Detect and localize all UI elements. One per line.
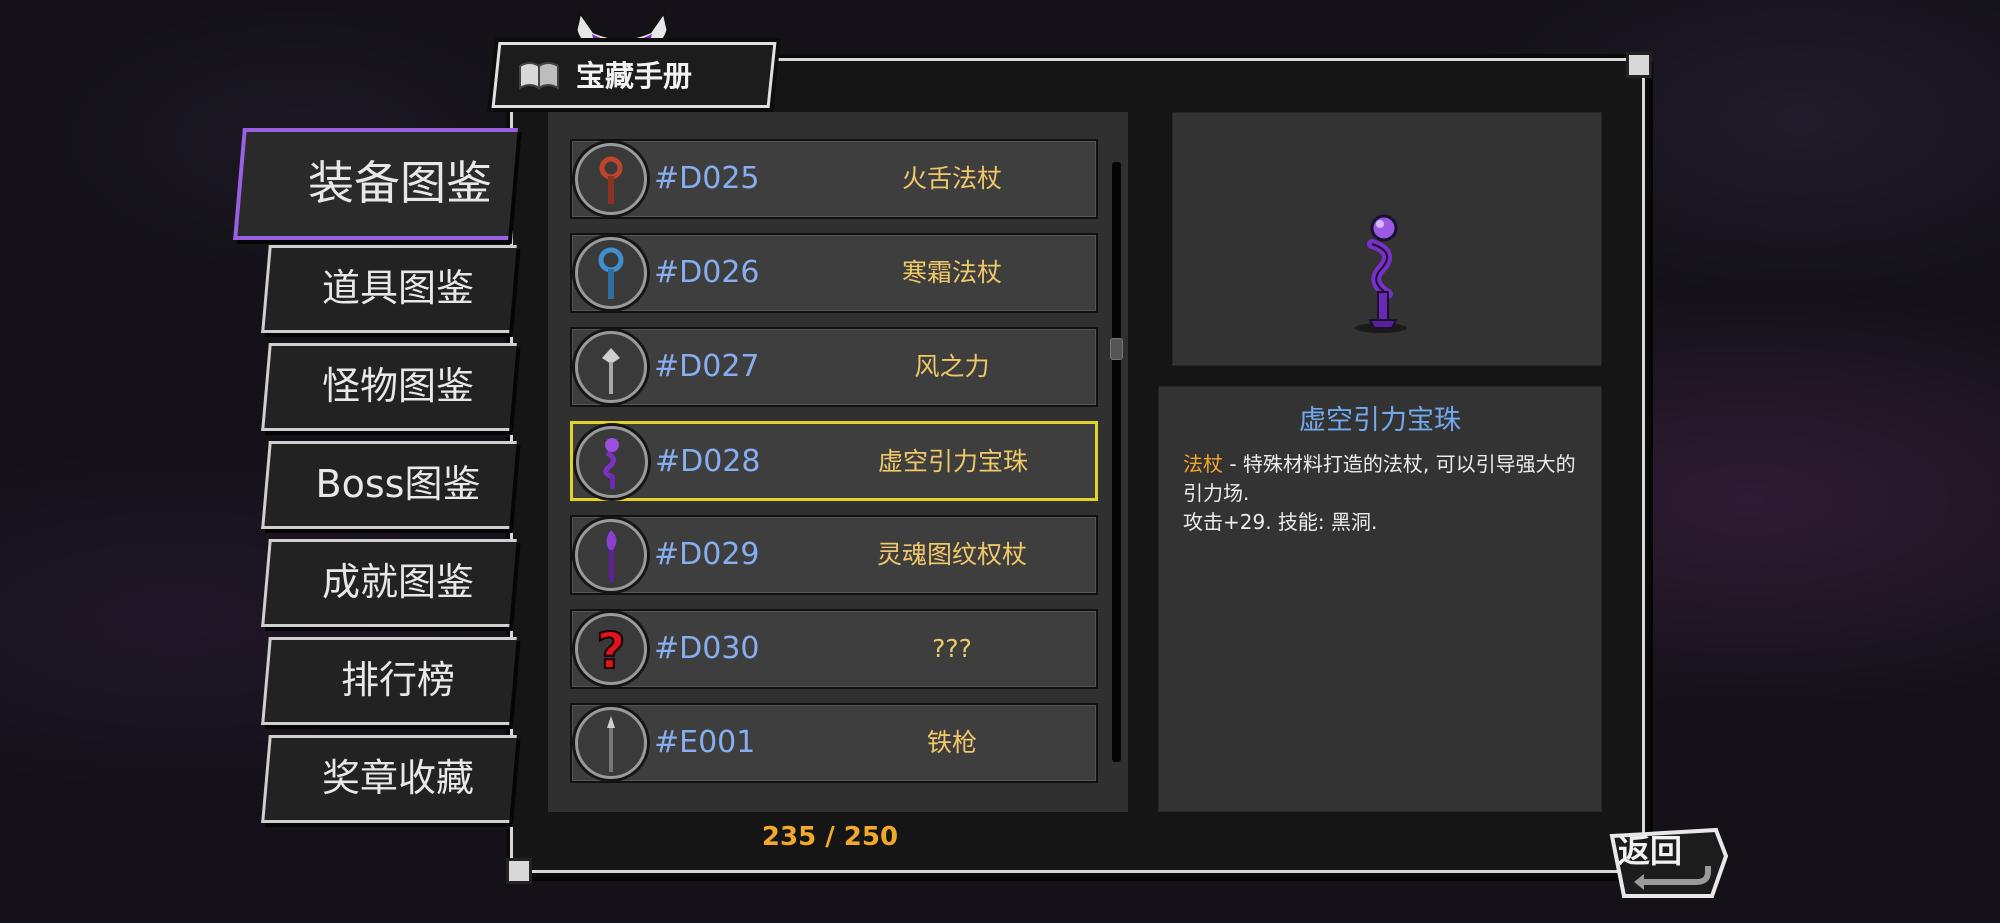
- panel-corner-top-right: [1626, 52, 1652, 78]
- item-detail-text: 法杖 - 特殊材料打造的法杖, 可以引导强大的引力场. 攻击+29. 技能: 黑…: [1183, 450, 1593, 537]
- iron-spear-icon: [575, 707, 647, 779]
- back-button-label: 返回: [1618, 832, 1683, 870]
- tab-monsters-codex-label: 怪物图鉴: [321, 364, 474, 408]
- list-item[interactable]: ? #D030 ???: [570, 609, 1098, 689]
- list-item[interactable]: #D027 风之力: [570, 327, 1098, 407]
- fire-staff-icon: [575, 143, 647, 215]
- item-name: 虚空引力宝珠: [877, 447, 1028, 476]
- item-stats: 攻击+29. 技能: 黑洞.: [1183, 510, 1378, 534]
- item-description: - 特殊材料打造的法杖, 可以引导强大的引力场.: [1183, 452, 1576, 505]
- item-detail-title: 虚空引力宝珠: [1299, 405, 1461, 436]
- window-title: 宝藏手册: [576, 59, 693, 93]
- tab-medal-collection-label: 奖章收藏: [321, 756, 474, 800]
- item-code: #D025: [654, 161, 760, 196]
- list-scrollbar[interactable]: [1112, 162, 1121, 762]
- wind-staff-icon: [575, 331, 647, 403]
- tab-equipment-codex-label: 装备图鉴: [308, 156, 492, 210]
- item-name: 灵魂图纹权杖: [876, 540, 1027, 569]
- item-code: #D029: [654, 537, 760, 572]
- tab-items-codex-label: 道具图鉴: [321, 266, 474, 310]
- tab-leaderboard-label: 排行榜: [340, 658, 455, 702]
- list-item[interactable]: #D026 寒霜法杖: [570, 233, 1098, 313]
- question-mark-icon: ?: [575, 613, 647, 685]
- item-name: 寒霜法杖: [901, 258, 1002, 287]
- soul-scepter-icon: [575, 519, 647, 591]
- open-book-icon: [519, 62, 559, 90]
- item-code: #D028: [655, 444, 761, 479]
- list-item[interactable]: #D029 灵魂图纹权杖: [570, 515, 1098, 595]
- item-code: #D026: [654, 255, 760, 290]
- void-orb-staff-large-icon: [1355, 214, 1407, 333]
- item-type-tag: 法杖: [1183, 452, 1223, 476]
- item-name: 铁枪: [926, 728, 977, 757]
- panel-corner-bottom-left: [506, 858, 532, 884]
- list-item[interactable]: #D025 火舌法杖: [570, 139, 1098, 219]
- item-code: #D030: [654, 631, 760, 666]
- item-name: 风之力: [914, 352, 990, 381]
- list-item-selected[interactable]: #D028 虚空引力宝珠: [570, 421, 1098, 501]
- item-name: ???: [932, 634, 972, 663]
- list-item[interactable]: #E001 铁枪: [570, 703, 1098, 783]
- collection-counter: 235 / 250: [761, 822, 899, 852]
- list-scrollbar-thumb[interactable]: [1110, 338, 1123, 360]
- tab-achievements-codex-label: 成就图鉴: [321, 560, 474, 604]
- tab-boss-codex-label: Boss图鉴: [315, 462, 481, 506]
- item-code: #E001: [654, 725, 756, 760]
- item-code: #D027: [654, 349, 760, 384]
- void-orb-staff-icon: [576, 426, 648, 498]
- item-name: 火舌法杖: [901, 164, 1002, 193]
- svg-text:?: ?: [596, 622, 625, 680]
- frost-staff-icon: [575, 237, 647, 309]
